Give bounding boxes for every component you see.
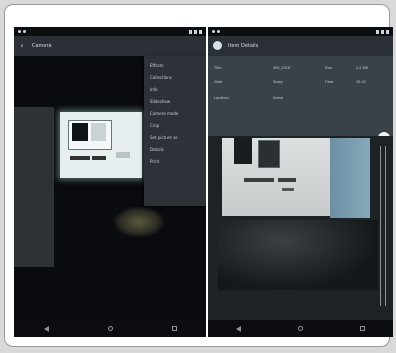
details-label: Size	[324, 66, 332, 70]
details-label: Date	[214, 80, 223, 84]
photo-curtain	[330, 138, 370, 218]
details-label: Title	[214, 66, 222, 70]
menu-item[interactable]: Set picture as	[144, 132, 206, 144]
shape	[278, 178, 296, 182]
menu-item[interactable]: Print	[144, 156, 206, 168]
details-label: Time	[324, 80, 334, 84]
right-phone-screen: Item Details Title IMG_2016 Size 1.2 MB …	[208, 27, 393, 337]
nav-back-icon[interactable]	[43, 325, 49, 332]
signal-icon	[189, 29, 192, 34]
menu-item[interactable]: Details	[144, 144, 206, 156]
status-bar	[208, 27, 393, 36]
app-icon[interactable]	[213, 41, 222, 50]
nav-recent-apps-icon[interactable]	[171, 326, 177, 331]
notification-icon	[217, 30, 220, 33]
notification-icon	[23, 30, 26, 33]
details-value: Today	[272, 80, 283, 84]
back-arrow-icon[interactable]: ‹	[18, 42, 26, 50]
app-bar: ‹ Camera	[14, 36, 206, 56]
photo-wall	[222, 138, 330, 216]
photo-edge-lines	[380, 146, 386, 306]
shape	[244, 178, 274, 182]
app-bar: Item Details	[208, 36, 393, 56]
nav-home-icon[interactable]	[107, 326, 113, 331]
notification-icon	[212, 30, 215, 33]
overflow-menu: Effects Collections Info Slideshow Camer…	[144, 56, 206, 206]
signal-icon	[376, 29, 379, 34]
menu-item[interactable]: Crop	[144, 120, 206, 132]
wifi-icon	[194, 29, 197, 34]
menu-item[interactable]: Collections	[144, 72, 206, 84]
battery-icon	[199, 29, 202, 34]
status-bar	[14, 27, 206, 36]
app-title: Camera	[32, 43, 52, 49]
window-dark-pane	[72, 123, 88, 141]
menu-item[interactable]: Slideshow	[144, 96, 206, 108]
window-light-pane	[91, 123, 106, 141]
nav-home-icon[interactable]	[297, 326, 303, 331]
photo-monitor	[60, 112, 142, 178]
shape	[258, 140, 280, 168]
menu-item[interactable]: Effects	[144, 60, 206, 72]
navigation-bar	[208, 320, 393, 337]
shape	[70, 156, 90, 160]
left-phone-screen: ‹ Camera Effects Collections Info Slides…	[14, 27, 206, 337]
details-value: 10:42	[355, 80, 366, 84]
details-panel: Title IMG_2016 Size 1.2 MB Date Today Ti…	[208, 56, 393, 136]
shape	[282, 188, 294, 191]
wifi-icon	[381, 29, 384, 34]
nav-back-icon[interactable]	[236, 325, 242, 332]
shape	[234, 138, 252, 164]
screenshot-frame: ‹ Camera Effects Collections Info Slides…	[4, 4, 393, 347]
battery-icon	[386, 29, 389, 34]
details-value: 1.2 MB	[355, 66, 368, 70]
details-value: IMG_2016	[272, 66, 291, 70]
nav-recent-apps-icon[interactable]	[359, 326, 365, 331]
notification-icon	[18, 30, 21, 33]
menu-item[interactable]: Info	[144, 84, 206, 96]
shape	[116, 152, 130, 158]
details-row: Title IMG_2016 Size 1.2 MB	[214, 66, 387, 74]
navigation-bar	[14, 320, 206, 337]
details-row: Date Today Time 10:42	[214, 80, 387, 88]
menu-item[interactable]: Camera mode	[144, 108, 206, 120]
photo-shadow	[218, 220, 378, 290]
details-value: Home	[272, 96, 284, 100]
shape	[92, 156, 106, 160]
desk-items	[114, 207, 164, 237]
photo-view[interactable]	[208, 136, 393, 320]
details-label: Location	[214, 96, 229, 100]
app-title: Item Details	[228, 43, 259, 49]
side-panel	[14, 107, 54, 267]
details-row: Location Home	[214, 96, 387, 104]
